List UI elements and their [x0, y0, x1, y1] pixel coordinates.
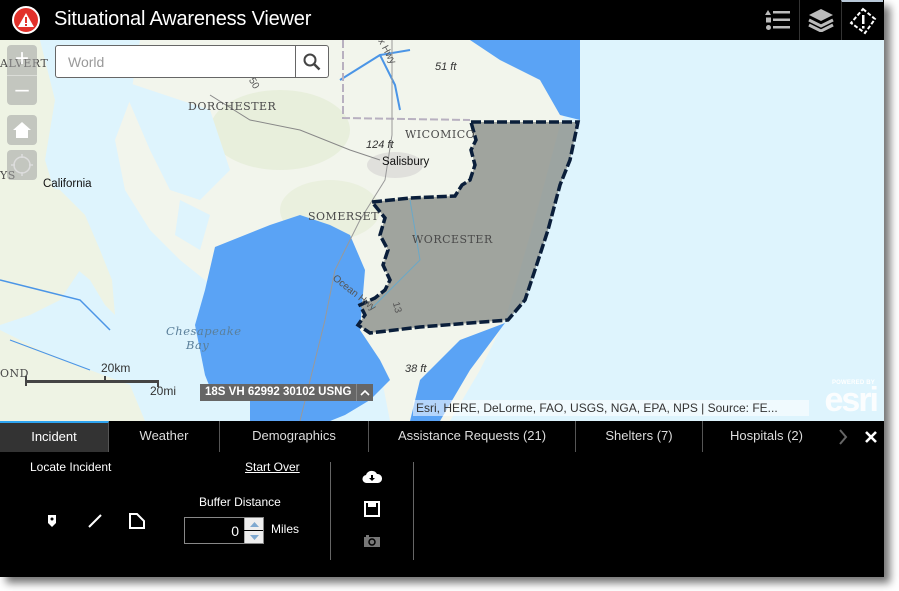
- map-label-somerset: SOMERSET: [308, 210, 380, 223]
- map-label-california: California: [43, 178, 92, 190]
- layers-button[interactable]: [799, 0, 841, 40]
- line-icon: [88, 514, 102, 528]
- tab-bar: Incident Weather Demographics Assistance…: [0, 421, 884, 452]
- camera-icon: [364, 535, 380, 547]
- scale-line: [25, 380, 159, 383]
- esri-logo[interactable]: POWERED BY esri: [815, 380, 879, 419]
- buffer-distance-label: Buffer Distance: [199, 495, 281, 509]
- panel-divider: [330, 462, 331, 560]
- buffer-distance-stepper: [184, 517, 264, 544]
- scale-bar: 20km 20mi: [25, 361, 176, 398]
- search-input[interactable]: [56, 46, 296, 77]
- map-label-wicomico: WICOMICO: [405, 128, 476, 141]
- search-icon: [303, 53, 321, 70]
- map-label-dorchester: DORCHESTER: [188, 100, 277, 113]
- buffer-increment-button[interactable]: [244, 518, 263, 530]
- layers-icon: [807, 9, 834, 32]
- chevron-up-icon: [360, 389, 370, 396]
- scale-mi-label: 20mi: [150, 384, 177, 398]
- search-box: [55, 45, 329, 78]
- map-label-salisbury: Salisbury: [382, 156, 430, 168]
- tab-scroll-next-button[interactable]: [834, 425, 852, 449]
- alert-button[interactable]: [841, 0, 883, 40]
- tab-incident[interactable]: Incident: [0, 421, 109, 452]
- map-view[interactable]: ALVERT DORCHESTER WICOMICO SOMERSET WORC…: [0, 40, 884, 421]
- app-window: Situational Awareness Viewer DORCHESTER …: [0, 0, 884, 577]
- point-marker-icon: [48, 515, 56, 527]
- search-button[interactable]: [295, 46, 328, 77]
- map-label-bay: Bay: [186, 338, 210, 352]
- scale-tick: [104, 376, 106, 383]
- zoom-controls: + –: [7, 45, 37, 105]
- buffer-unit-label: Miles: [271, 522, 300, 536]
- legend-button[interactable]: [757, 0, 799, 40]
- zoom-out-button[interactable]: –: [7, 75, 37, 105]
- home-icon: [13, 122, 31, 138]
- triangle-up-icon: [249, 521, 259, 527]
- draw-polygon-button[interactable]: [126, 510, 148, 532]
- tab-hospitals[interactable]: Hospitals (2): [703, 421, 830, 452]
- triangle-down-icon: [249, 534, 259, 540]
- tab-shelters[interactable]: Shelters (7): [576, 421, 703, 452]
- app-title: Situational Awareness Viewer: [54, 8, 312, 30]
- close-icon: [865, 431, 877, 443]
- chevron-right-icon: [839, 429, 848, 445]
- download-button[interactable]: [361, 467, 383, 487]
- alert-diamond-icon: [849, 7, 876, 35]
- app-logo-warning-icon: [12, 6, 40, 34]
- locate-button[interactable]: [7, 150, 37, 180]
- buffer-distance-input[interactable]: [185, 518, 243, 543]
- start-over-link[interactable]: Start Over: [245, 460, 300, 474]
- scale-tick: [25, 376, 27, 386]
- map-attribution[interactable]: Esri, HERE, DeLorme, FAO, USGS, NGA, EPA…: [413, 400, 809, 416]
- coordinate-text: 18S VH 62992 30102 USNG: [205, 386, 352, 398]
- map-label-elevation-38: 38 ft: [405, 363, 427, 375]
- save-button[interactable]: [361, 499, 383, 519]
- locate-incident-label: Locate Incident: [30, 460, 112, 474]
- coordinate-readout: 18S VH 62992 30102 USNG: [200, 384, 374, 401]
- map-label-chesapeake: Chesapeake: [166, 324, 242, 338]
- draw-point-button[interactable]: [41, 510, 63, 532]
- map-label-elevation-51: 51 ft: [435, 61, 457, 73]
- tab-assistance-requests[interactable]: Assistance Requests (21): [369, 421, 576, 452]
- esri-brand-text: esri: [824, 381, 879, 419]
- legend-list-icon: [765, 10, 790, 30]
- scale-km-label: 20km: [101, 361, 131, 375]
- home-button[interactable]: [7, 115, 37, 145]
- app-header: Situational Awareness Viewer: [0, 0, 884, 40]
- tab-demographics[interactable]: Demographics: [220, 421, 369, 452]
- buffer-decrement-button[interactable]: [244, 531, 263, 543]
- polygon-icon: [129, 513, 145, 529]
- map-label-worcester: WORCESTER: [412, 233, 493, 246]
- locate-crosshair-icon: [11, 154, 33, 176]
- panel-divider: [413, 462, 414, 560]
- basemap: [0, 40, 581, 421]
- panel-close-button[interactable]: [862, 425, 880, 449]
- draw-line-button[interactable]: [84, 510, 106, 532]
- download-cloud-icon: [362, 470, 382, 484]
- screenshot-button[interactable]: [361, 531, 383, 551]
- incident-panel: Locate Incident Start Over Buffer Distan…: [0, 452, 884, 577]
- tab-weather[interactable]: Weather: [109, 421, 220, 452]
- map-label-elevation-124: 124 ft: [366, 139, 394, 151]
- zoom-in-button[interactable]: +: [7, 45, 37, 75]
- save-icon: [364, 501, 380, 517]
- coordinate-format-toggle[interactable]: [356, 384, 373, 401]
